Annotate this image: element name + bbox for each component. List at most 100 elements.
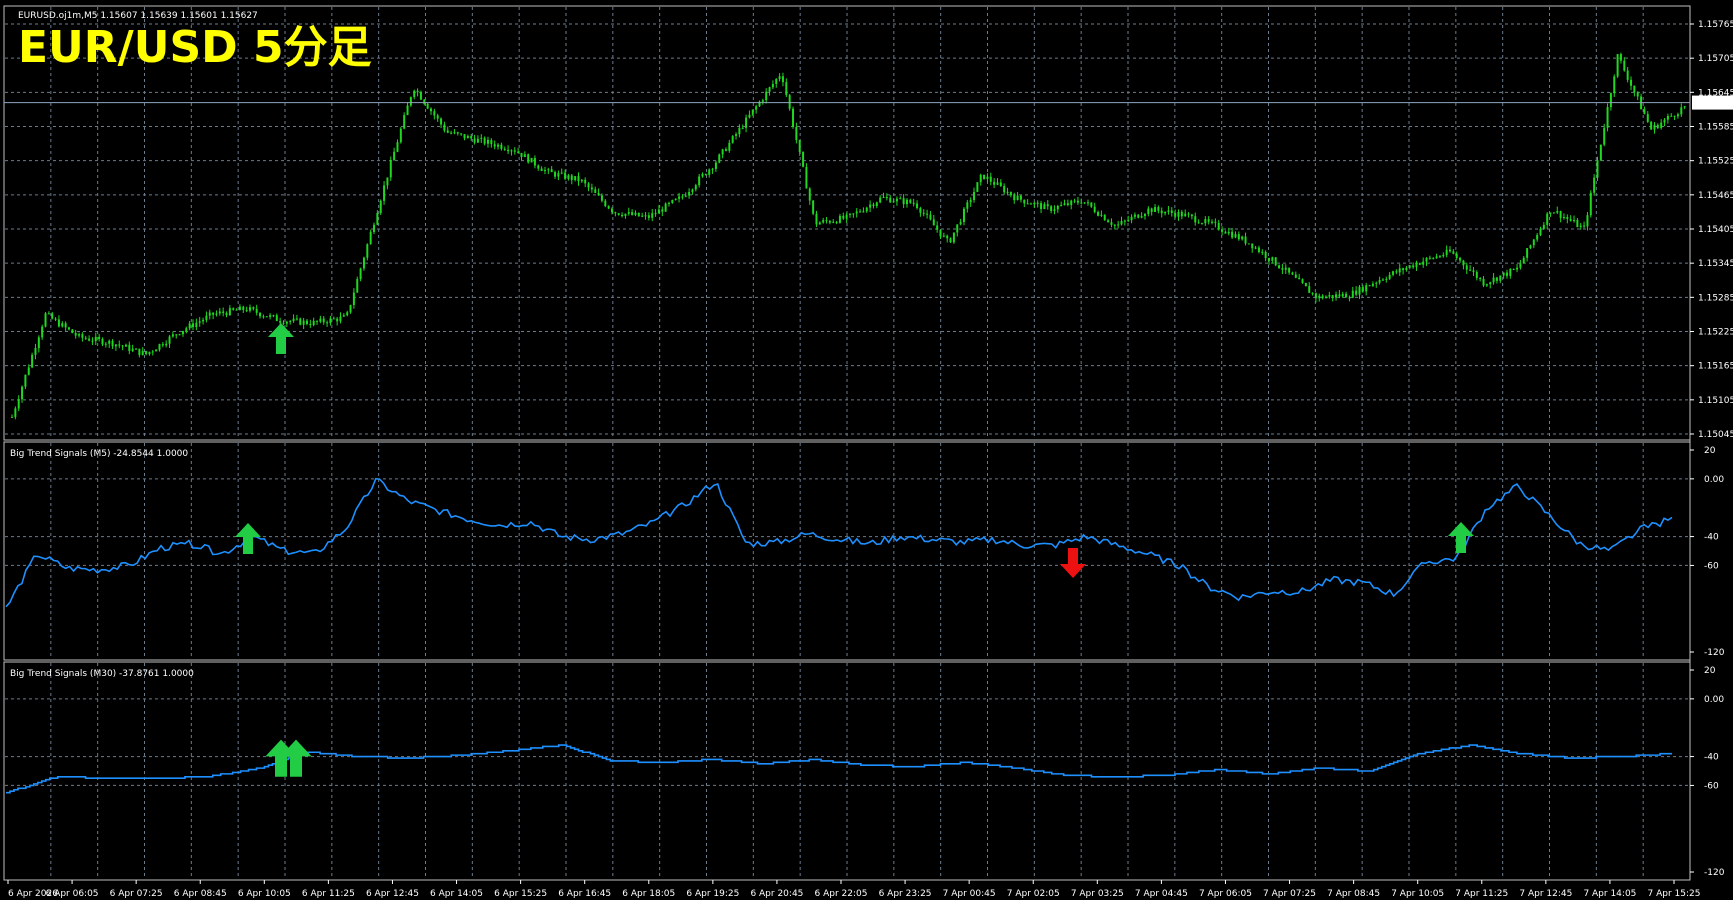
candle-body (1495, 277, 1498, 281)
candle-body (1046, 204, 1049, 207)
candle-body (1120, 221, 1123, 225)
candle-body (91, 340, 94, 342)
candle-body (1646, 114, 1649, 122)
candle-body (309, 323, 312, 326)
candle-body (949, 238, 952, 243)
value-tick-label: -40 (1704, 533, 1719, 543)
candle-body (490, 139, 493, 145)
candle-body (476, 138, 479, 143)
candle-body (101, 338, 104, 345)
candle-body (748, 114, 751, 118)
candle-body (71, 329, 74, 334)
candle-body (1211, 221, 1214, 223)
candle-body (1019, 195, 1022, 200)
candle-body (899, 198, 902, 200)
candle-body (356, 279, 359, 293)
candle-body (832, 221, 835, 223)
candle-body (1408, 265, 1411, 268)
candle-body (222, 311, 225, 314)
candle-body (1328, 295, 1331, 297)
candle-body (1073, 200, 1076, 202)
candle-body (1428, 257, 1431, 259)
candle-body (1241, 236, 1244, 240)
candle-body (64, 323, 67, 328)
candle-body (98, 336, 101, 339)
candle-body (1492, 277, 1495, 283)
candle-body (1462, 260, 1465, 266)
candle-body (996, 182, 999, 185)
candle-body (600, 195, 603, 201)
candle-body (282, 322, 285, 324)
candle-body (1174, 213, 1177, 217)
candle-body (342, 315, 345, 317)
candle-body (755, 106, 758, 110)
candle-body (1324, 296, 1327, 299)
candle-body (959, 221, 962, 225)
candle-body (1053, 209, 1056, 211)
candle-body (1583, 225, 1586, 227)
candle-body (644, 215, 647, 217)
candle-body (1576, 219, 1579, 227)
candle-body (1630, 79, 1633, 86)
candle-body (332, 318, 335, 320)
candle-body (205, 315, 208, 320)
price-tick-label: 1.15405 (1698, 225, 1733, 235)
candle-body (1619, 54, 1622, 61)
time-tick-label: 6 Apr 22:05 (815, 889, 868, 899)
candle-body (902, 198, 905, 205)
candle-body (456, 132, 459, 134)
candle-body (57, 319, 60, 327)
candle-body (37, 337, 40, 349)
candle-body (1532, 239, 1535, 246)
candle-body (1519, 263, 1522, 268)
candle-body (436, 115, 439, 119)
candle-body (1412, 265, 1415, 268)
current-price-label: 1.15627 (1695, 99, 1732, 109)
symbol-info: EURUSD.oj1m,M5 1.15607 1.15639 1.15601 1… (18, 11, 258, 21)
value-tick-label: 20 (1704, 666, 1716, 676)
candle-body (517, 151, 520, 153)
candle-body (27, 367, 30, 375)
candle-body (587, 183, 590, 188)
candle-body (1254, 247, 1257, 249)
candle-body (983, 174, 986, 179)
candle-body (259, 312, 262, 317)
candle-body (497, 144, 500, 147)
candle-body (1231, 231, 1234, 238)
candle-body (215, 313, 218, 315)
candle-body (1060, 204, 1063, 206)
candle-body (1294, 274, 1297, 278)
candle-body (718, 154, 721, 163)
candle-body (1147, 208, 1150, 215)
candle-body (802, 152, 805, 167)
candle-body (1371, 283, 1374, 286)
candle-body (104, 343, 107, 345)
candle-body (604, 200, 607, 207)
candle-body (171, 334, 174, 337)
candle-body (966, 202, 969, 209)
candle-body (1200, 223, 1203, 225)
candle-body (181, 330, 184, 335)
candle-body (1281, 268, 1284, 270)
candle-body (1304, 283, 1307, 287)
candle-body (238, 306, 241, 311)
candle-body (594, 189, 597, 193)
candle-body (1660, 122, 1663, 129)
candle-body (1345, 293, 1348, 298)
candle-body (275, 315, 278, 322)
candle-body (1368, 285, 1371, 287)
candle-body (1194, 216, 1197, 223)
candle-body (1100, 214, 1103, 216)
candle-body (218, 311, 221, 314)
candle-body (161, 344, 164, 346)
price-tick-label: 1.15585 (1698, 123, 1733, 133)
candle-body (1676, 114, 1679, 117)
candle-body (389, 160, 392, 178)
candle-body (1221, 229, 1224, 232)
value-tick-label: -60 (1704, 561, 1719, 571)
candle-body (466, 136, 469, 139)
candle-body (34, 348, 37, 355)
candle-body (443, 124, 446, 131)
candle-body (654, 213, 657, 215)
chart-canvas[interactable]: 6 Apr 20266 Apr 06:05 6 Apr 07:25 6 Apr 08… (0, 0, 1733, 900)
